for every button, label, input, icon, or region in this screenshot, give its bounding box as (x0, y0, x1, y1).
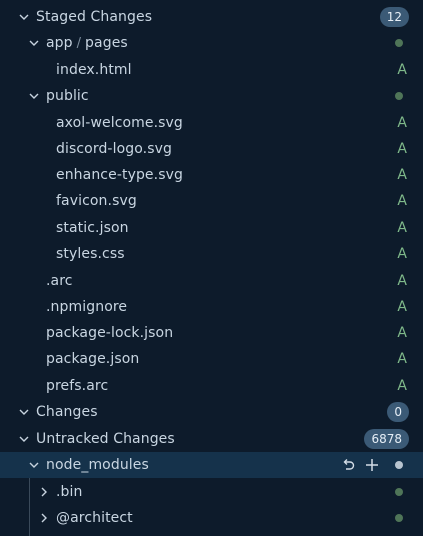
path-separator: / (76, 35, 82, 51)
folder-label: public (46, 88, 89, 104)
file-label: axol-welcome.svg (56, 115, 183, 131)
chevron-down-icon[interactable] (26, 35, 42, 51)
file-label: package-lock.json (46, 325, 174, 341)
section-label: Untracked Changes (36, 431, 175, 447)
added-status: A (397, 167, 407, 183)
added-status: A (397, 246, 407, 262)
tree-file-npmignore[interactable]: .npmignore A (0, 294, 423, 320)
file-label: index.html (56, 62, 132, 78)
tree-folder-architect[interactable]: @architect (0, 505, 423, 531)
added-status: A (397, 193, 407, 209)
staged-changes-header[interactable]: Staged Changes 12 (0, 4, 423, 30)
section-label: Changes (36, 404, 98, 420)
tree-file-arc[interactable]: .arc A (0, 268, 423, 294)
chevron-down-icon[interactable] (16, 9, 32, 25)
tree-file-discord-logo[interactable]: discord-logo.svg A (0, 136, 423, 162)
untracked-dot-icon (395, 461, 403, 469)
added-status: A (397, 299, 407, 315)
tree-folder-public[interactable]: public (0, 83, 423, 109)
folder-label: app (46, 35, 73, 51)
tree-file-static-json[interactable]: static.json A (0, 215, 423, 241)
folder-label: @architect (56, 510, 133, 526)
file-label: static.json (56, 220, 129, 236)
discard-icon[interactable] (339, 456, 357, 474)
tree-file-styles-css[interactable]: styles.css A (0, 241, 423, 267)
row-actions (339, 456, 381, 474)
count-badge: 0 (387, 402, 409, 422)
tree-file-package-lock[interactable]: package-lock.json A (0, 320, 423, 346)
file-label: .arc (46, 273, 73, 289)
chevron-down-icon[interactable] (16, 431, 32, 447)
added-status: A (397, 325, 407, 341)
added-status: A (397, 62, 407, 78)
tree-folder-node-modules[interactable]: node_modules (0, 452, 423, 478)
file-label: discord-logo.svg (56, 141, 172, 157)
added-status: A (397, 351, 407, 367)
modified-dot-icon (395, 514, 403, 522)
chevron-down-icon[interactable] (26, 457, 42, 473)
added-status: A (397, 220, 407, 236)
tree-file-axol-welcome[interactable]: axol-welcome.svg A (0, 110, 423, 136)
chevron-down-icon[interactable] (26, 88, 42, 104)
file-label: enhance-type.svg (56, 167, 183, 183)
tree-file-index-html[interactable]: index.html A (0, 57, 423, 83)
folder-label: pages (85, 35, 128, 51)
count-badge: 6878 (364, 429, 409, 449)
tree-folder-bin[interactable]: .bin (0, 479, 423, 505)
chevron-down-icon[interactable] (16, 404, 32, 420)
source-control-tree: Staged Changes 12 app / pages index.html… (0, 0, 423, 536)
chevron-right-icon[interactable] (36, 484, 52, 500)
indent-guide (29, 478, 30, 536)
file-label: favicon.svg (56, 193, 137, 209)
tree-file-enhance-type[interactable]: enhance-type.svg A (0, 162, 423, 188)
count-badge: 12 (379, 7, 409, 27)
modified-dot-icon (395, 92, 403, 100)
changes-header[interactable]: Changes 0 (0, 399, 423, 425)
added-status: A (397, 115, 407, 131)
modified-dot-icon (395, 39, 403, 47)
folder-label: .bin (56, 484, 83, 500)
section-label: Staged Changes (36, 9, 153, 25)
file-label: .npmignore (46, 299, 128, 315)
modified-dot-icon (395, 488, 403, 496)
chevron-right-icon[interactable] (36, 510, 52, 526)
file-label: prefs.arc (46, 378, 109, 394)
added-status: A (397, 273, 407, 289)
file-label: package.json (46, 351, 140, 367)
file-label: styles.css (56, 246, 125, 262)
added-status: A (397, 141, 407, 157)
tree-file-favicon[interactable]: favicon.svg A (0, 188, 423, 214)
plus-icon[interactable] (363, 456, 381, 474)
added-status: A (397, 378, 407, 394)
tree-folder-app-pages[interactable]: app / pages (0, 30, 423, 56)
folder-label: node_modules (46, 457, 149, 473)
untracked-changes-header[interactable]: Untracked Changes 6878 (0, 426, 423, 452)
tree-file-package-json[interactable]: package.json A (0, 346, 423, 372)
tree-file-prefs-arc[interactable]: prefs.arc A (0, 373, 423, 399)
